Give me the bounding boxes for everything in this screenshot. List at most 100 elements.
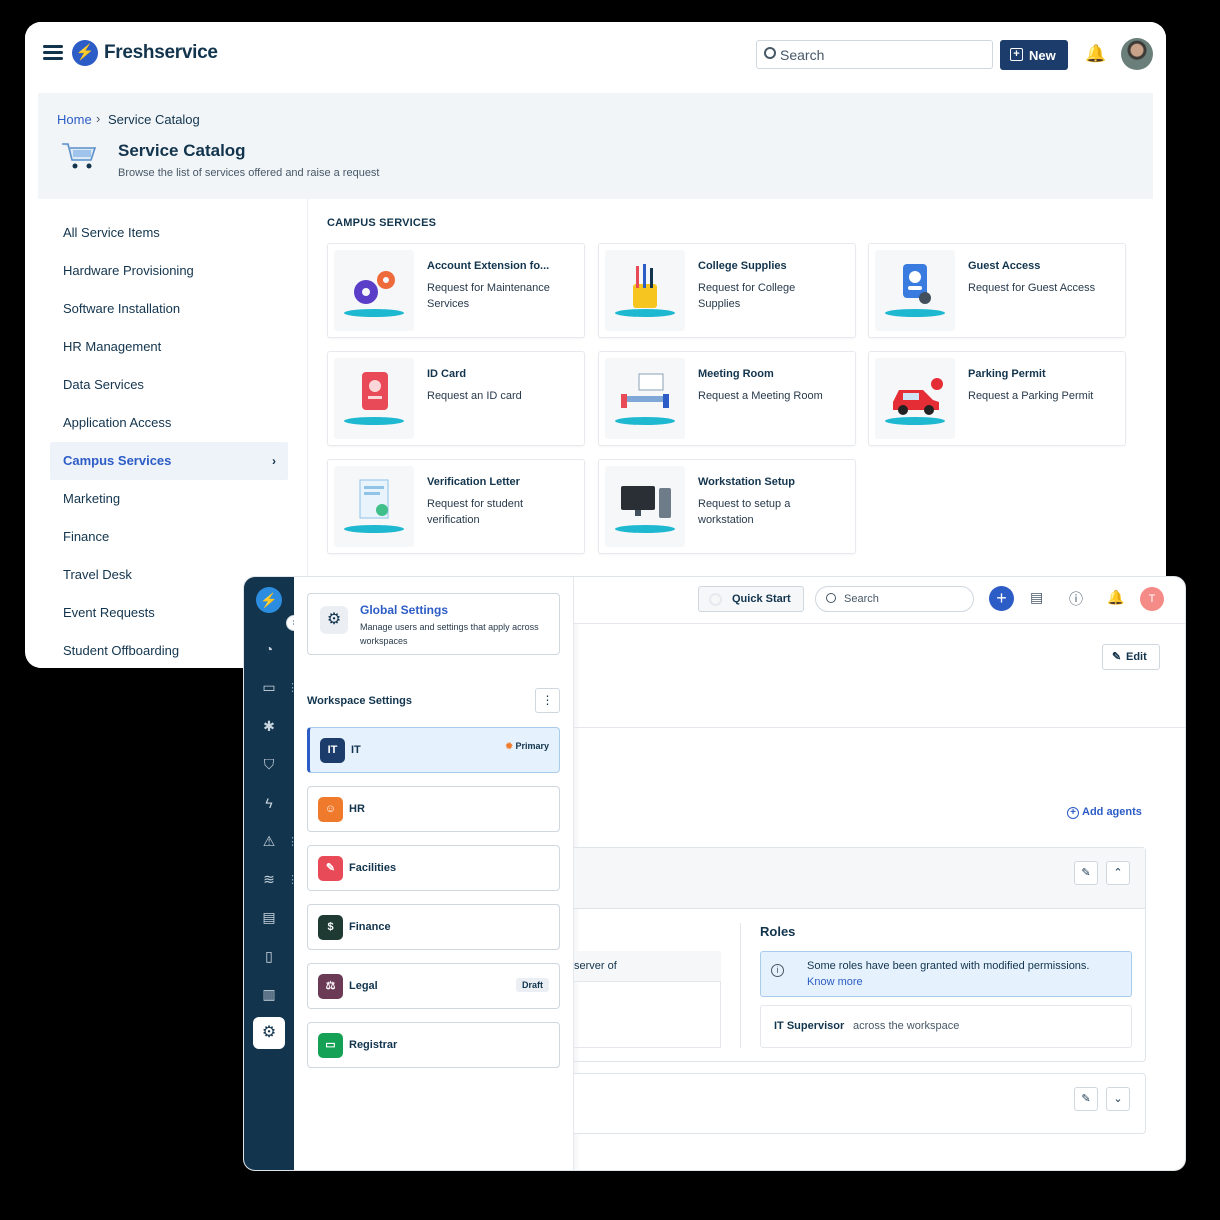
analytics-icon[interactable]: ▥ — [259, 984, 279, 1004]
sidebar-item-label: Software Installation — [63, 301, 181, 316]
bell-icon[interactable]: 🔔 — [1085, 44, 1106, 64]
pencil-icon: ✎ — [1112, 651, 1122, 663]
id-card-icon — [334, 358, 414, 439]
sidebar-item-label: Marketing — [63, 491, 121, 506]
sidebar-item-software-installation[interactable]: Software Installation — [50, 290, 288, 328]
agent-group-header: ✎ ⌃ — [574, 848, 1145, 909]
sidebar-item-hr-management[interactable]: HR Management — [50, 328, 288, 366]
workspace-registrar[interactable]: ▭ Registrar — [307, 1022, 560, 1068]
ticket-icon[interactable]: ▭ — [259, 677, 279, 697]
sidebar-item-label: Campus Services — [63, 453, 172, 468]
sidebar-item-data-services[interactable]: Data Services — [50, 366, 288, 404]
alert-icon[interactable]: ⚠ — [259, 831, 279, 851]
observer-text: server of — [574, 960, 617, 972]
sidebar-item-marketing[interactable]: Marketing — [50, 480, 288, 518]
page-subtitle: Browse the list of services offered and … — [118, 167, 380, 179]
guest-badge-icon — [875, 250, 955, 331]
kebab-menu-icon[interactable]: ⋮ — [535, 688, 560, 713]
workspace-name: IT — [351, 744, 361, 756]
global-settings-description: Manage users and settings that apply acr… — [360, 622, 539, 646]
workspace-finance[interactable]: $ Finance — [307, 904, 560, 950]
card-title: Meeting Room — [698, 368, 774, 380]
sidebar-item-campus-services[interactable]: Campus Services › — [50, 442, 288, 480]
sidebar-item-application-access[interactable]: Application Access — [50, 404, 288, 442]
plus-icon: + — [1010, 48, 1023, 61]
chevron-down-icon[interactable]: ⌄ — [1106, 1087, 1130, 1111]
catalog-card-meeting-room[interactable]: Meeting Room Request a Meeting Room — [598, 351, 856, 446]
chevron-up-icon[interactable]: ⌃ — [1106, 861, 1130, 885]
card-description: Request for student verification — [427, 498, 524, 526]
search-icon — [826, 593, 836, 603]
nav-rail: ⚡ ◔ ▭ ⋮ ✱ ⛉ ϟ ⚠ ⋮ ≋ ⋮ ▤ ▯ ▥ ⚙ — [244, 577, 298, 1170]
dashboard-icon[interactable]: ◔ — [259, 639, 279, 659]
workspace-name: Registrar — [349, 1039, 398, 1051]
sidebar-item-all-service-items[interactable]: All Service Items — [50, 214, 288, 252]
certificate-icon — [334, 466, 414, 547]
catalog-card-guest-access[interactable]: Guest Access Request for Guest Access — [868, 243, 1126, 338]
workspace-facilities[interactable]: ✎ Facilities — [307, 845, 560, 891]
roles-info-banner: i Some roles have been granted with modi… — [760, 951, 1132, 997]
edit-button[interactable]: ✎ Edit — [1102, 644, 1160, 670]
book-icon[interactable]: ▯ — [259, 946, 279, 966]
workspace-it[interactable]: IT IT ✹ Primary — [307, 727, 560, 773]
divider — [740, 923, 741, 1048]
add-agents-link[interactable]: + Add agents — [1067, 806, 1142, 819]
app-name: Freshservice — [104, 42, 218, 63]
sidebar-item-label: All Service Items — [63, 225, 160, 240]
help-icon[interactable]: ⓘ — [1069, 589, 1083, 609]
know-more-link[interactable]: Know more — [807, 976, 863, 988]
sidebar-item-hardware-provisioning[interactable]: Hardware Provisioning — [50, 252, 288, 290]
search-input[interactable]: Search — [815, 586, 974, 612]
person-card-icon: ☺ — [318, 797, 343, 822]
workspace-hr[interactable]: ☺ HR — [307, 786, 560, 832]
catalog-card-parking-permit[interactable]: Parking Permit Request a Parking Permit — [868, 351, 1126, 446]
catalog-card-workstation-setup[interactable]: Workstation Setup Request to setup a wor… — [598, 459, 856, 554]
layers-icon[interactable]: ≋ — [259, 869, 279, 889]
workspace-icon: IT — [320, 738, 345, 763]
asset-icon[interactable]: ▤ — [259, 907, 279, 927]
notes-icon[interactable]: ▤ — [1030, 589, 1043, 606]
card-title: ID Card — [427, 368, 467, 380]
info-icon: i — [771, 964, 784, 977]
pencil-cup-icon — [605, 250, 685, 331]
catalog-card-verification-letter[interactable]: Verification Letter Request for student … — [327, 459, 585, 554]
pencil-icon[interactable]: ✎ — [1074, 861, 1098, 885]
sidebar-item-label: Event Requests — [63, 605, 155, 620]
lightning-icon[interactable]: ϟ — [259, 793, 279, 813]
hamburger-menu-icon[interactable] — [43, 45, 63, 61]
sidebar-item-label: Data Services — [63, 377, 144, 392]
breadcrumb-home[interactable]: Home — [57, 112, 92, 127]
gear-icon: ⚙ — [320, 606, 348, 634]
quick-start-button[interactable]: Quick Start — [698, 586, 804, 612]
settings-topbar: Quick Start Search + ▤ ⓘ 🔔 T — [574, 577, 1185, 624]
gear-icon[interactable]: ⚙ — [253, 1017, 285, 1049]
sidebar-item-finance[interactable]: Finance — [50, 518, 288, 556]
meeting-room-icon — [605, 358, 685, 439]
bell-icon[interactable]: 🔔 — [1107, 589, 1124, 606]
search-input[interactable]: Search — [756, 40, 993, 69]
search-placeholder: Search — [844, 593, 879, 605]
catalog-card-college-supplies[interactable]: College Supplies Request for College Sup… — [598, 243, 856, 338]
global-settings-title: Global Settings — [360, 603, 449, 617]
card-title: Parking Permit — [968, 368, 1046, 380]
new-button[interactable]: + New — [1000, 40, 1068, 70]
global-settings-card[interactable]: ⚙ Global Settings Manage users and setti… — [307, 593, 560, 655]
agent-group-card-collapsed: ✎ ⌄ — [574, 1073, 1146, 1134]
catalog-card-id-card[interactable]: ID Card Request an ID card — [327, 351, 585, 446]
settings-window: ⚡ ◔ ▭ ⋮ ✱ ⛉ ϟ ⚠ ⋮ ≋ ⋮ ▤ ▯ ▥ ⚙ › ⚙ Global… — [243, 576, 1186, 1171]
avatar[interactable]: T — [1140, 587, 1164, 611]
freshservice-logo-icon[interactable]: ⚡ — [256, 587, 282, 613]
shopping-cart-icon — [62, 143, 97, 169]
workspace-legal[interactable]: ⚖ Legal Draft — [307, 963, 560, 1009]
top-navbar: ⚡ Freshservice Search + New 🔔 — [25, 22, 1166, 82]
sidebar-item-label: Travel Desk — [63, 567, 132, 582]
add-button[interactable]: + — [989, 586, 1014, 611]
sidebar-item-label: HR Management — [63, 339, 162, 354]
settings-panel: ⚙ Global Settings Manage users and setti… — [294, 577, 574, 1170]
pencil-icon[interactable]: ✎ — [1074, 1087, 1098, 1111]
workspace-name: Facilities — [349, 862, 397, 874]
catalog-card-account-extension[interactable]: Account Extension fo... Request for Main… — [327, 243, 585, 338]
bug-icon[interactable]: ✱ — [259, 716, 279, 736]
shield-icon[interactable]: ⛉ — [259, 754, 279, 774]
avatar[interactable] — [1121, 38, 1153, 70]
